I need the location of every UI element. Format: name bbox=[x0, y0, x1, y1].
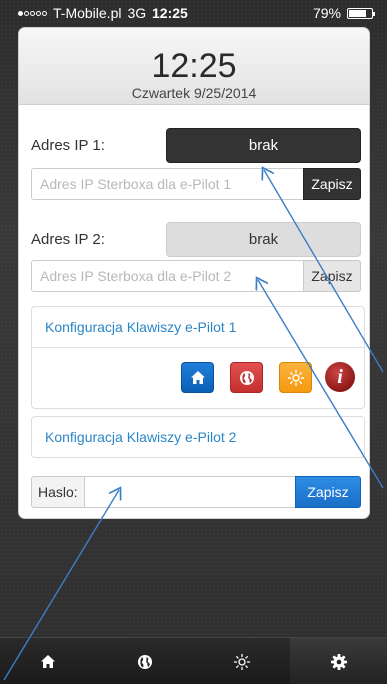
network-type-label: 3G bbox=[127, 5, 147, 21]
config2-link[interactable]: Konfiguracja Klawiszy e-Pilot 2 bbox=[32, 417, 364, 457]
tab-sun[interactable] bbox=[194, 638, 291, 684]
battery-percent: 79% bbox=[312, 5, 341, 21]
ip2-address-input[interactable] bbox=[31, 260, 303, 292]
tab-home[interactable] bbox=[0, 638, 97, 684]
clock-date: Czwartek 9/25/2014 bbox=[131, 85, 257, 101]
info-icon[interactable]: i bbox=[325, 362, 355, 392]
sun-icon bbox=[233, 653, 251, 670]
password-label: Haslo: bbox=[31, 476, 84, 508]
config1-link[interactable]: Konfiguracja Klawiszy e-Pilot 1 bbox=[32, 307, 364, 347]
home-icon bbox=[190, 371, 205, 384]
clock-header: 12:25 Czwartek 9/25/2014 bbox=[19, 28, 369, 105]
ip1-address-input[interactable] bbox=[31, 168, 303, 200]
config2-panel: Konfiguracja Klawiszy e-Pilot 2 bbox=[31, 416, 365, 458]
gear-icon bbox=[330, 653, 347, 670]
signal-strength-icon bbox=[18, 10, 47, 16]
tab-globe[interactable] bbox=[97, 638, 194, 684]
config1-panel: Konfiguracja Klawiszy e-Pilot 1 i bbox=[31, 306, 365, 409]
globe-button[interactable] bbox=[230, 362, 263, 393]
home-button[interactable] bbox=[181, 362, 214, 393]
ip1-save-button[interactable]: Zapisz bbox=[303, 168, 361, 200]
password-save-button[interactable]: Zapisz bbox=[295, 476, 361, 508]
config1-icon-row: i bbox=[32, 348, 364, 408]
ip1-input-group: Zapisz bbox=[31, 168, 361, 200]
sun-icon bbox=[287, 369, 304, 386]
sun-button[interactable] bbox=[279, 362, 312, 393]
home-icon bbox=[41, 655, 56, 668]
app-screen: T-Mobile.pl 3G 12:25 79% 12:25 Czwartek … bbox=[0, 0, 387, 684]
clock-time: 12:25 bbox=[151, 47, 237, 85]
battery-fill bbox=[349, 9, 366, 17]
tab-settings[interactable] bbox=[290, 638, 387, 684]
battery-icon bbox=[347, 7, 375, 19]
password-group: Haslo: Zapisz bbox=[31, 476, 361, 508]
ip2-save-button[interactable]: Zapisz bbox=[303, 260, 361, 292]
globe-icon bbox=[239, 370, 254, 385]
settings-card: 12:25 Czwartek 9/25/2014 Adres IP 1: bra… bbox=[19, 28, 369, 518]
ip2-input-group: Zapisz bbox=[31, 260, 361, 292]
ip2-label: Adres IP 2: bbox=[31, 231, 105, 248]
status-left: T-Mobile.pl 3G bbox=[18, 5, 146, 21]
status-time: 12:25 bbox=[152, 5, 188, 21]
ip2-status-badge: brak bbox=[166, 222, 361, 257]
password-input[interactable] bbox=[83, 476, 295, 508]
ip1-label: Adres IP 1: bbox=[31, 137, 105, 154]
status-right: 79% bbox=[312, 5, 375, 21]
ip1-status-badge: brak bbox=[166, 128, 361, 163]
globe-icon bbox=[138, 654, 153, 669]
carrier-label: T-Mobile.pl bbox=[53, 5, 122, 21]
tab-bar bbox=[0, 637, 387, 684]
status-bar: T-Mobile.pl 3G 12:25 79% bbox=[0, 0, 387, 26]
